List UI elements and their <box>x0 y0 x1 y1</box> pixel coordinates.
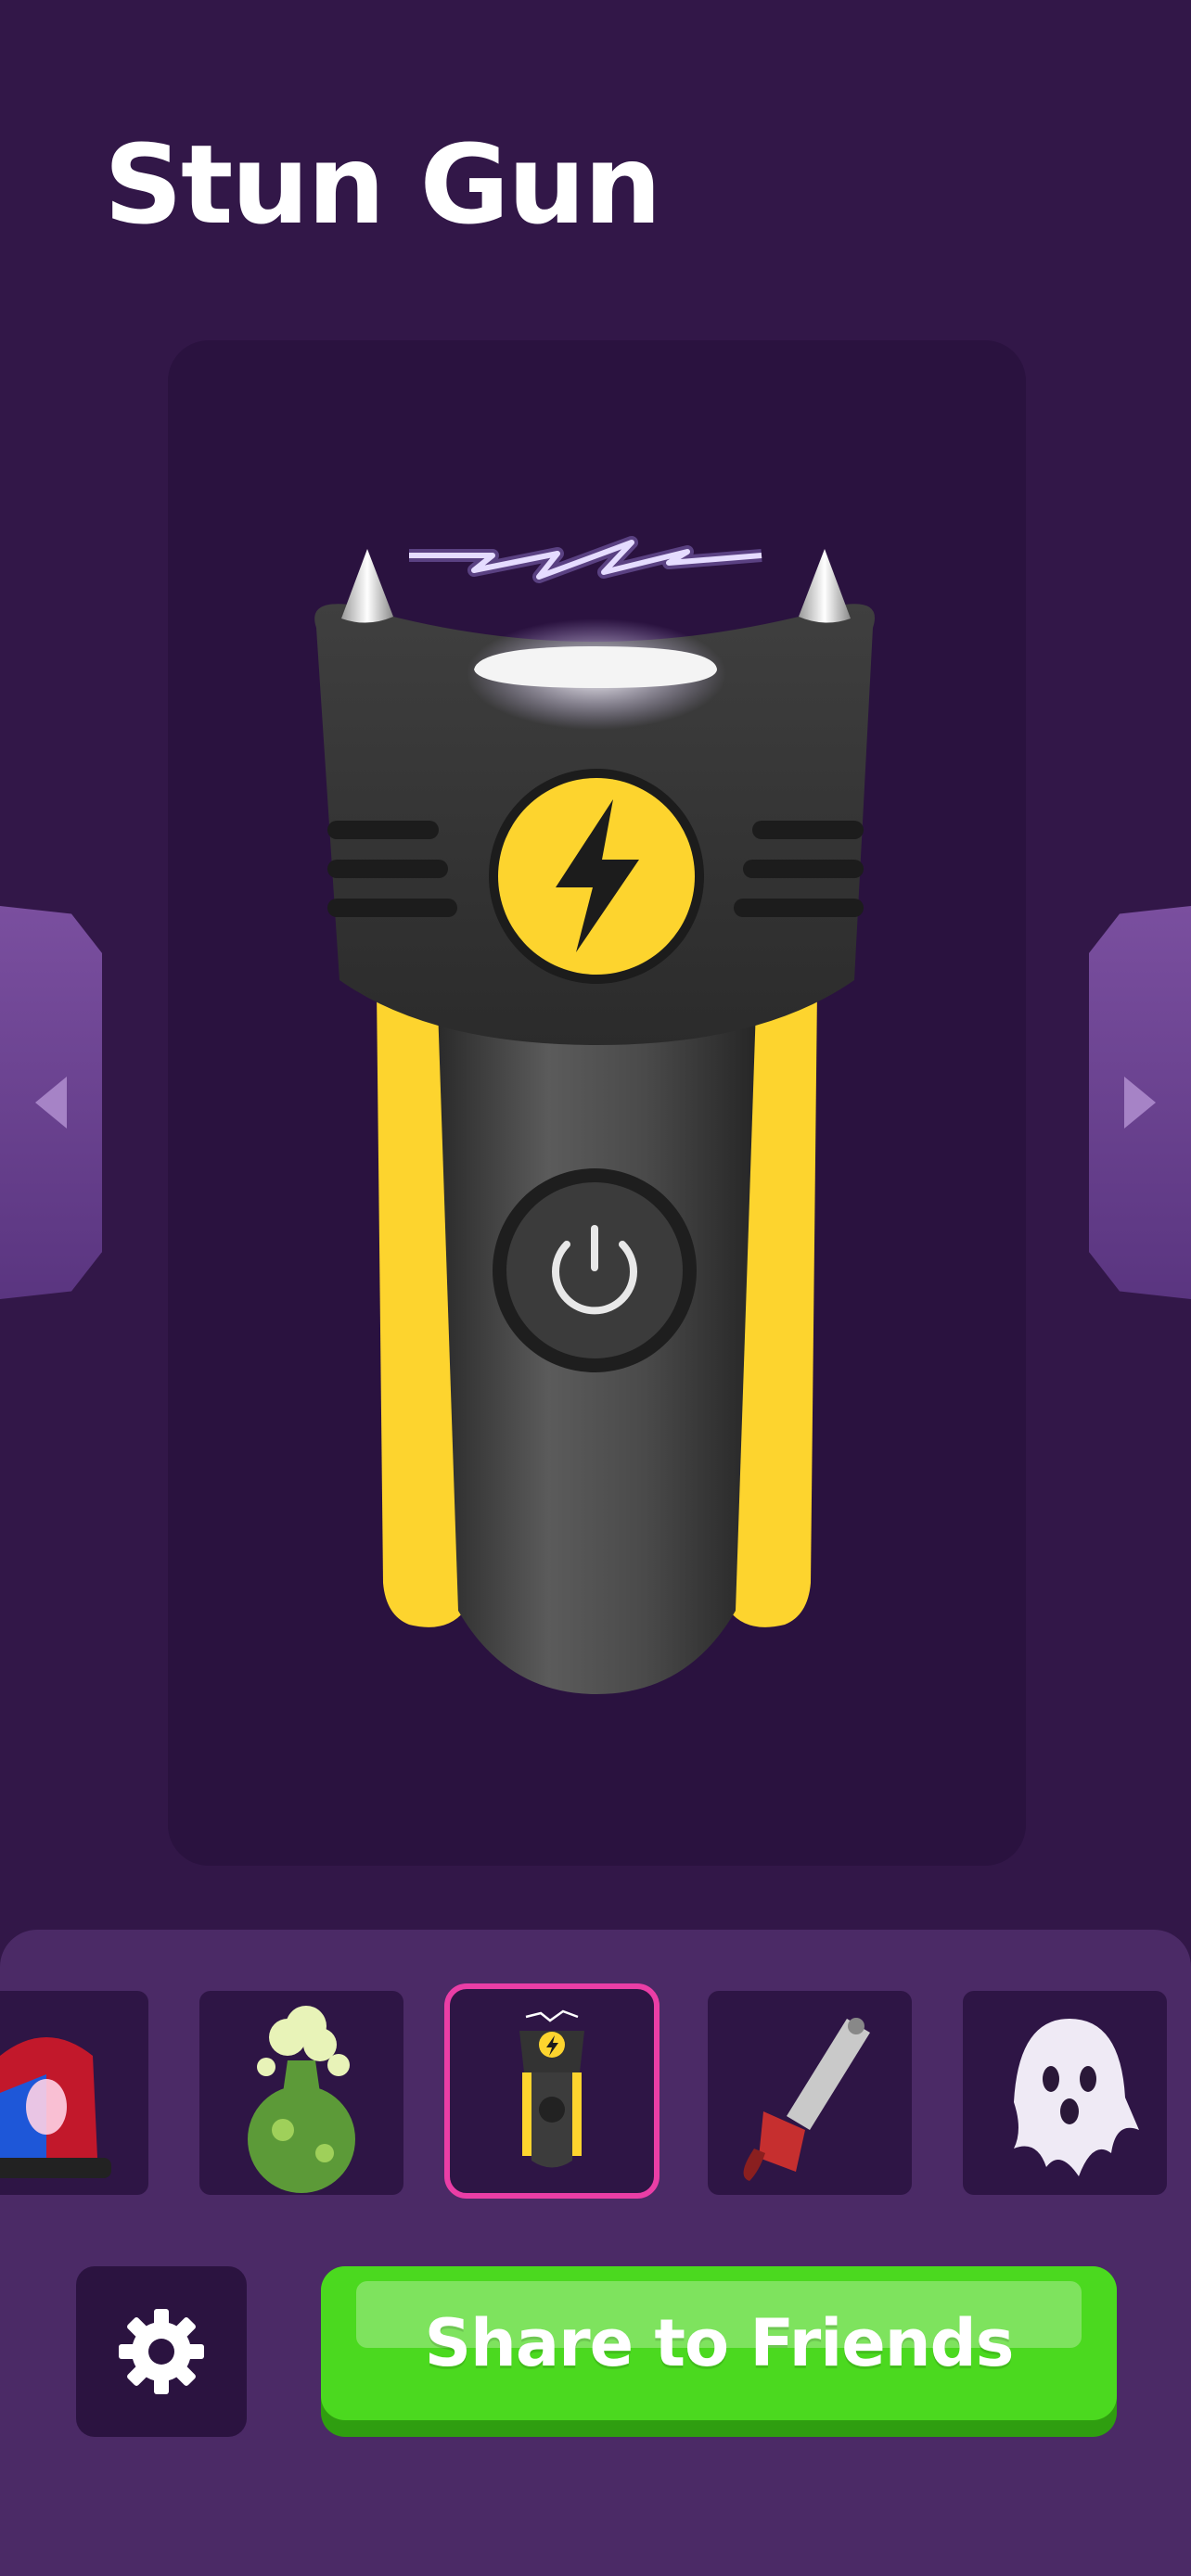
thumbnail-ghost[interactable] <box>963 1991 1167 2195</box>
next-button[interactable] <box>1089 906 1191 1299</box>
device-stage <box>168 340 1026 1866</box>
thumbnail-chainsaw[interactable] <box>708 1991 912 2195</box>
fart-cloud-icon <box>248 2006 355 2193</box>
stun-gun-device <box>314 536 875 1694</box>
thumbnail-stun-gun[interactable] <box>444 1983 660 2199</box>
chevron-right-icon <box>1124 1077 1156 1129</box>
page-title: Stun Gun <box>104 121 661 249</box>
gear-icon <box>119 2309 204 2394</box>
chainsaw-icon <box>743 2018 870 2181</box>
previous-button[interactable] <box>0 906 102 1299</box>
stun-gun-icon <box>519 2009 584 2168</box>
share-button[interactable]: Share to Friends <box>321 2266 1117 2437</box>
thumbnail-police-siren[interactable] <box>0 1991 148 2195</box>
share-button-label: Share to Friends <box>424 2305 1015 2381</box>
ghost-icon <box>1014 2019 1139 2176</box>
share-button-face: Share to Friends <box>321 2266 1117 2420</box>
thumbnail-fart-cloud[interactable] <box>199 1991 403 2195</box>
settings-button[interactable] <box>76 2266 247 2437</box>
chevron-left-icon <box>35 1077 67 1129</box>
police-siren-icon <box>0 2037 111 2178</box>
